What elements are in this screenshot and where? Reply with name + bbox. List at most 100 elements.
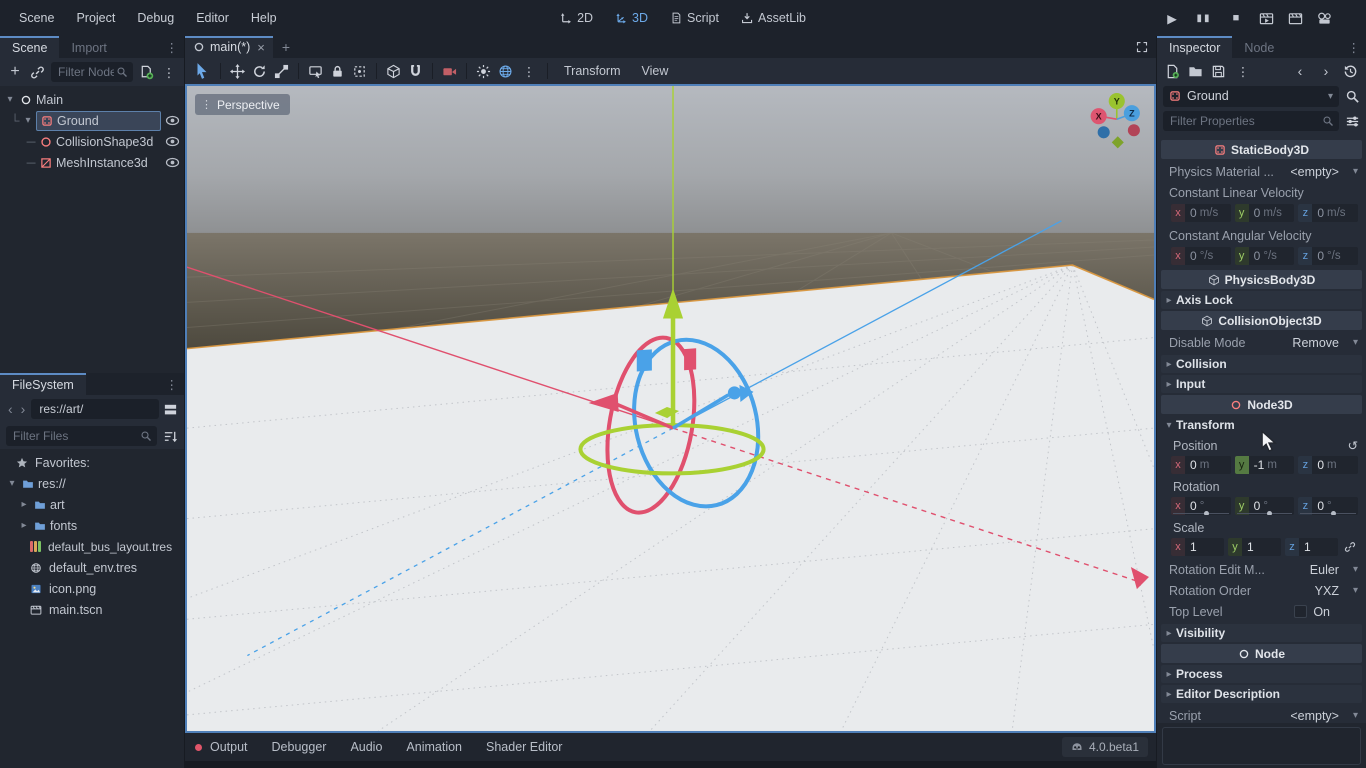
tab-inspector[interactable]: Inspector (1157, 36, 1232, 58)
visibility-eye-icon[interactable] (165, 113, 180, 128)
rotate-tool-icon[interactable] (252, 64, 267, 79)
expand-icon[interactable]: ▸ (18, 499, 30, 510)
scene-dock-menu-icon[interactable]: ⋮ (160, 36, 185, 58)
open-docs-icon[interactable] (1345, 89, 1360, 104)
expand-icon[interactable]: ▸ (18, 520, 30, 531)
rotation-y-field[interactable]: y0° (1235, 497, 1295, 515)
movie-maker-mode-button[interactable] (1317, 11, 1332, 26)
sun-environment-menu-icon[interactable]: ⋮ (520, 61, 538, 81)
scale-tool-icon[interactable] (274, 64, 289, 79)
axis-neg-z-ball[interactable] (1098, 126, 1110, 138)
rotation-z-field[interactable]: z0° (1298, 497, 1358, 515)
revert-icon[interactable]: ↺ (1348, 438, 1358, 453)
bottom-tab-audio[interactable]: Audio (340, 740, 392, 754)
version-badge[interactable]: 4.0.beta1 (1062, 737, 1148, 757)
scene-tree-menu-icon[interactable]: ⋮ (160, 62, 178, 82)
bottom-tab-animation[interactable]: Animation (396, 740, 472, 754)
position-y-field[interactable]: y-1m (1235, 456, 1295, 474)
workspace-3d[interactable]: 3D (615, 11, 648, 25)
resource-menu-icon[interactable]: ⋮ (1234, 61, 1252, 81)
attach-script-button[interactable] (139, 65, 154, 80)
workspace-script[interactable]: Script (670, 11, 719, 25)
tab-filesystem[interactable]: FileSystem (0, 373, 86, 395)
scale-y-field[interactable]: y1 (1228, 538, 1281, 556)
nav-forward-icon[interactable]: › (19, 401, 28, 417)
clv-y-field[interactable]: y0m/s (1235, 204, 1295, 222)
cav-z-field[interactable]: z0°/s (1298, 247, 1358, 265)
history-forward-icon[interactable]: › (1317, 61, 1335, 81)
plane-handle-yz[interactable] (637, 349, 652, 371)
local-space-icon[interactable] (386, 64, 401, 79)
prop-physics-material[interactable]: Physics Material ... <empty>▾ (1161, 161, 1362, 182)
link-scale-icon[interactable] (1342, 541, 1358, 553)
rotation-x-field[interactable]: x0° (1171, 497, 1231, 515)
prop-rotation-order[interactable]: Rotation Order YXZ▾ (1161, 580, 1362, 601)
current-path-field[interactable] (31, 399, 159, 419)
filter-properties-input[interactable] (1168, 113, 1322, 129)
add-node-button[interactable]: + (6, 62, 24, 82)
menu-editor[interactable]: Editor (185, 7, 240, 29)
group-node-icon[interactable] (352, 64, 367, 79)
fs-row-icon-png[interactable]: icon.png (0, 578, 184, 599)
cav-x-field[interactable]: x0°/s (1171, 247, 1231, 265)
save-resource-icon[interactable] (1211, 64, 1226, 79)
collapse-icon[interactable]: ▾ (4, 94, 16, 105)
path-input[interactable] (37, 401, 153, 417)
fs-row-bus-layout[interactable]: default_bus_layout.tres (0, 536, 184, 557)
move-tool-icon[interactable] (230, 64, 245, 79)
workspace-2d[interactable]: 2D (560, 11, 593, 25)
scale-z-field[interactable]: z1 (1285, 538, 1338, 556)
viewport-3d-scene[interactable]: Y X Z (187, 86, 1154, 731)
play-scene-button[interactable] (1259, 11, 1274, 26)
edit-history-icon[interactable] (1343, 64, 1358, 79)
scene-tab-main[interactable]: main(*) × (185, 36, 273, 58)
position-x-field[interactable]: x0m (1171, 456, 1231, 474)
preview-sun-icon[interactable] (476, 64, 491, 79)
section-process[interactable]: ▸Process (1161, 665, 1362, 683)
collapse-icon[interactable]: ▾ (6, 478, 18, 489)
camera-preview-icon[interactable] (442, 64, 457, 79)
fs-row-main-tscn[interactable]: main.tscn (0, 599, 184, 620)
fs-row-art[interactable]: ▸ art (0, 494, 184, 515)
split-view-icon[interactable] (163, 402, 178, 417)
collapse-icon[interactable]: ▾ (24, 115, 32, 126)
visibility-eye-icon[interactable] (165, 134, 180, 149)
prop-disable-mode[interactable]: Disable Mode Remove▾ (1161, 332, 1362, 353)
tree-row-meshinstance[interactable]: ─ MeshInstance3d (0, 152, 184, 173)
workspace-assetlib[interactable]: AssetLib (741, 11, 806, 25)
pause-button[interactable]: ▮▮ (1195, 13, 1213, 24)
menu-debug[interactable]: Debug (126, 7, 185, 29)
edited-object-selector[interactable]: Ground ▾ (1163, 86, 1339, 107)
sort-files-icon[interactable] (163, 429, 178, 444)
perspective-menu-button[interactable]: ⋮ Perspective (195, 94, 290, 115)
close-tab-icon[interactable]: × (257, 40, 265, 55)
view-menu[interactable]: View (635, 64, 676, 78)
stop-button[interactable]: ■ (1227, 12, 1245, 24)
history-back-icon[interactable]: ‹ (1291, 61, 1309, 81)
transform-menu[interactable]: Transform (557, 64, 628, 78)
viewport-3d[interactable]: Y X Z ⋮ Perspective (185, 84, 1156, 733)
clv-x-field[interactable]: x0m/s (1171, 204, 1231, 222)
top-level-checkbox[interactable] (1294, 605, 1307, 618)
load-resource-icon[interactable] (1188, 64, 1203, 79)
filter-files-input[interactable] (11, 428, 140, 444)
filesystem-menu-icon[interactable]: ⋮ (160, 373, 185, 395)
select-tool-icon[interactable] (193, 61, 211, 81)
visibility-eye-icon[interactable] (165, 155, 180, 170)
snap-toggle-icon[interactable] (408, 64, 423, 79)
prop-script[interactable]: Script <empty>▾ (1161, 705, 1362, 723)
section-collision[interactable]: ▸Collision (1161, 355, 1362, 373)
clv-z-field[interactable]: z0m/s (1298, 204, 1358, 222)
scale-x-field[interactable]: x1 (1171, 538, 1224, 556)
tree-row-collisionshape[interactable]: ─ CollisionShape3d (0, 131, 184, 152)
new-scene-tab-button[interactable]: + (273, 36, 299, 58)
tree-row-ground[interactable]: └ ▾ Ground (0, 110, 184, 131)
property-tools-icon[interactable] (1345, 114, 1360, 129)
section-axis-lock[interactable]: ▸Axis Lock (1161, 291, 1362, 309)
fs-row-default-env[interactable]: default_env.tres (0, 557, 184, 578)
tab-node[interactable]: Node (1232, 36, 1286, 58)
position-z-field[interactable]: z0m (1298, 456, 1358, 474)
selected-node-ground[interactable]: Ground (36, 111, 161, 131)
play-custom-scene-button[interactable] (1288, 11, 1303, 26)
fs-row-favorites[interactable]: Favorites: (0, 452, 184, 473)
